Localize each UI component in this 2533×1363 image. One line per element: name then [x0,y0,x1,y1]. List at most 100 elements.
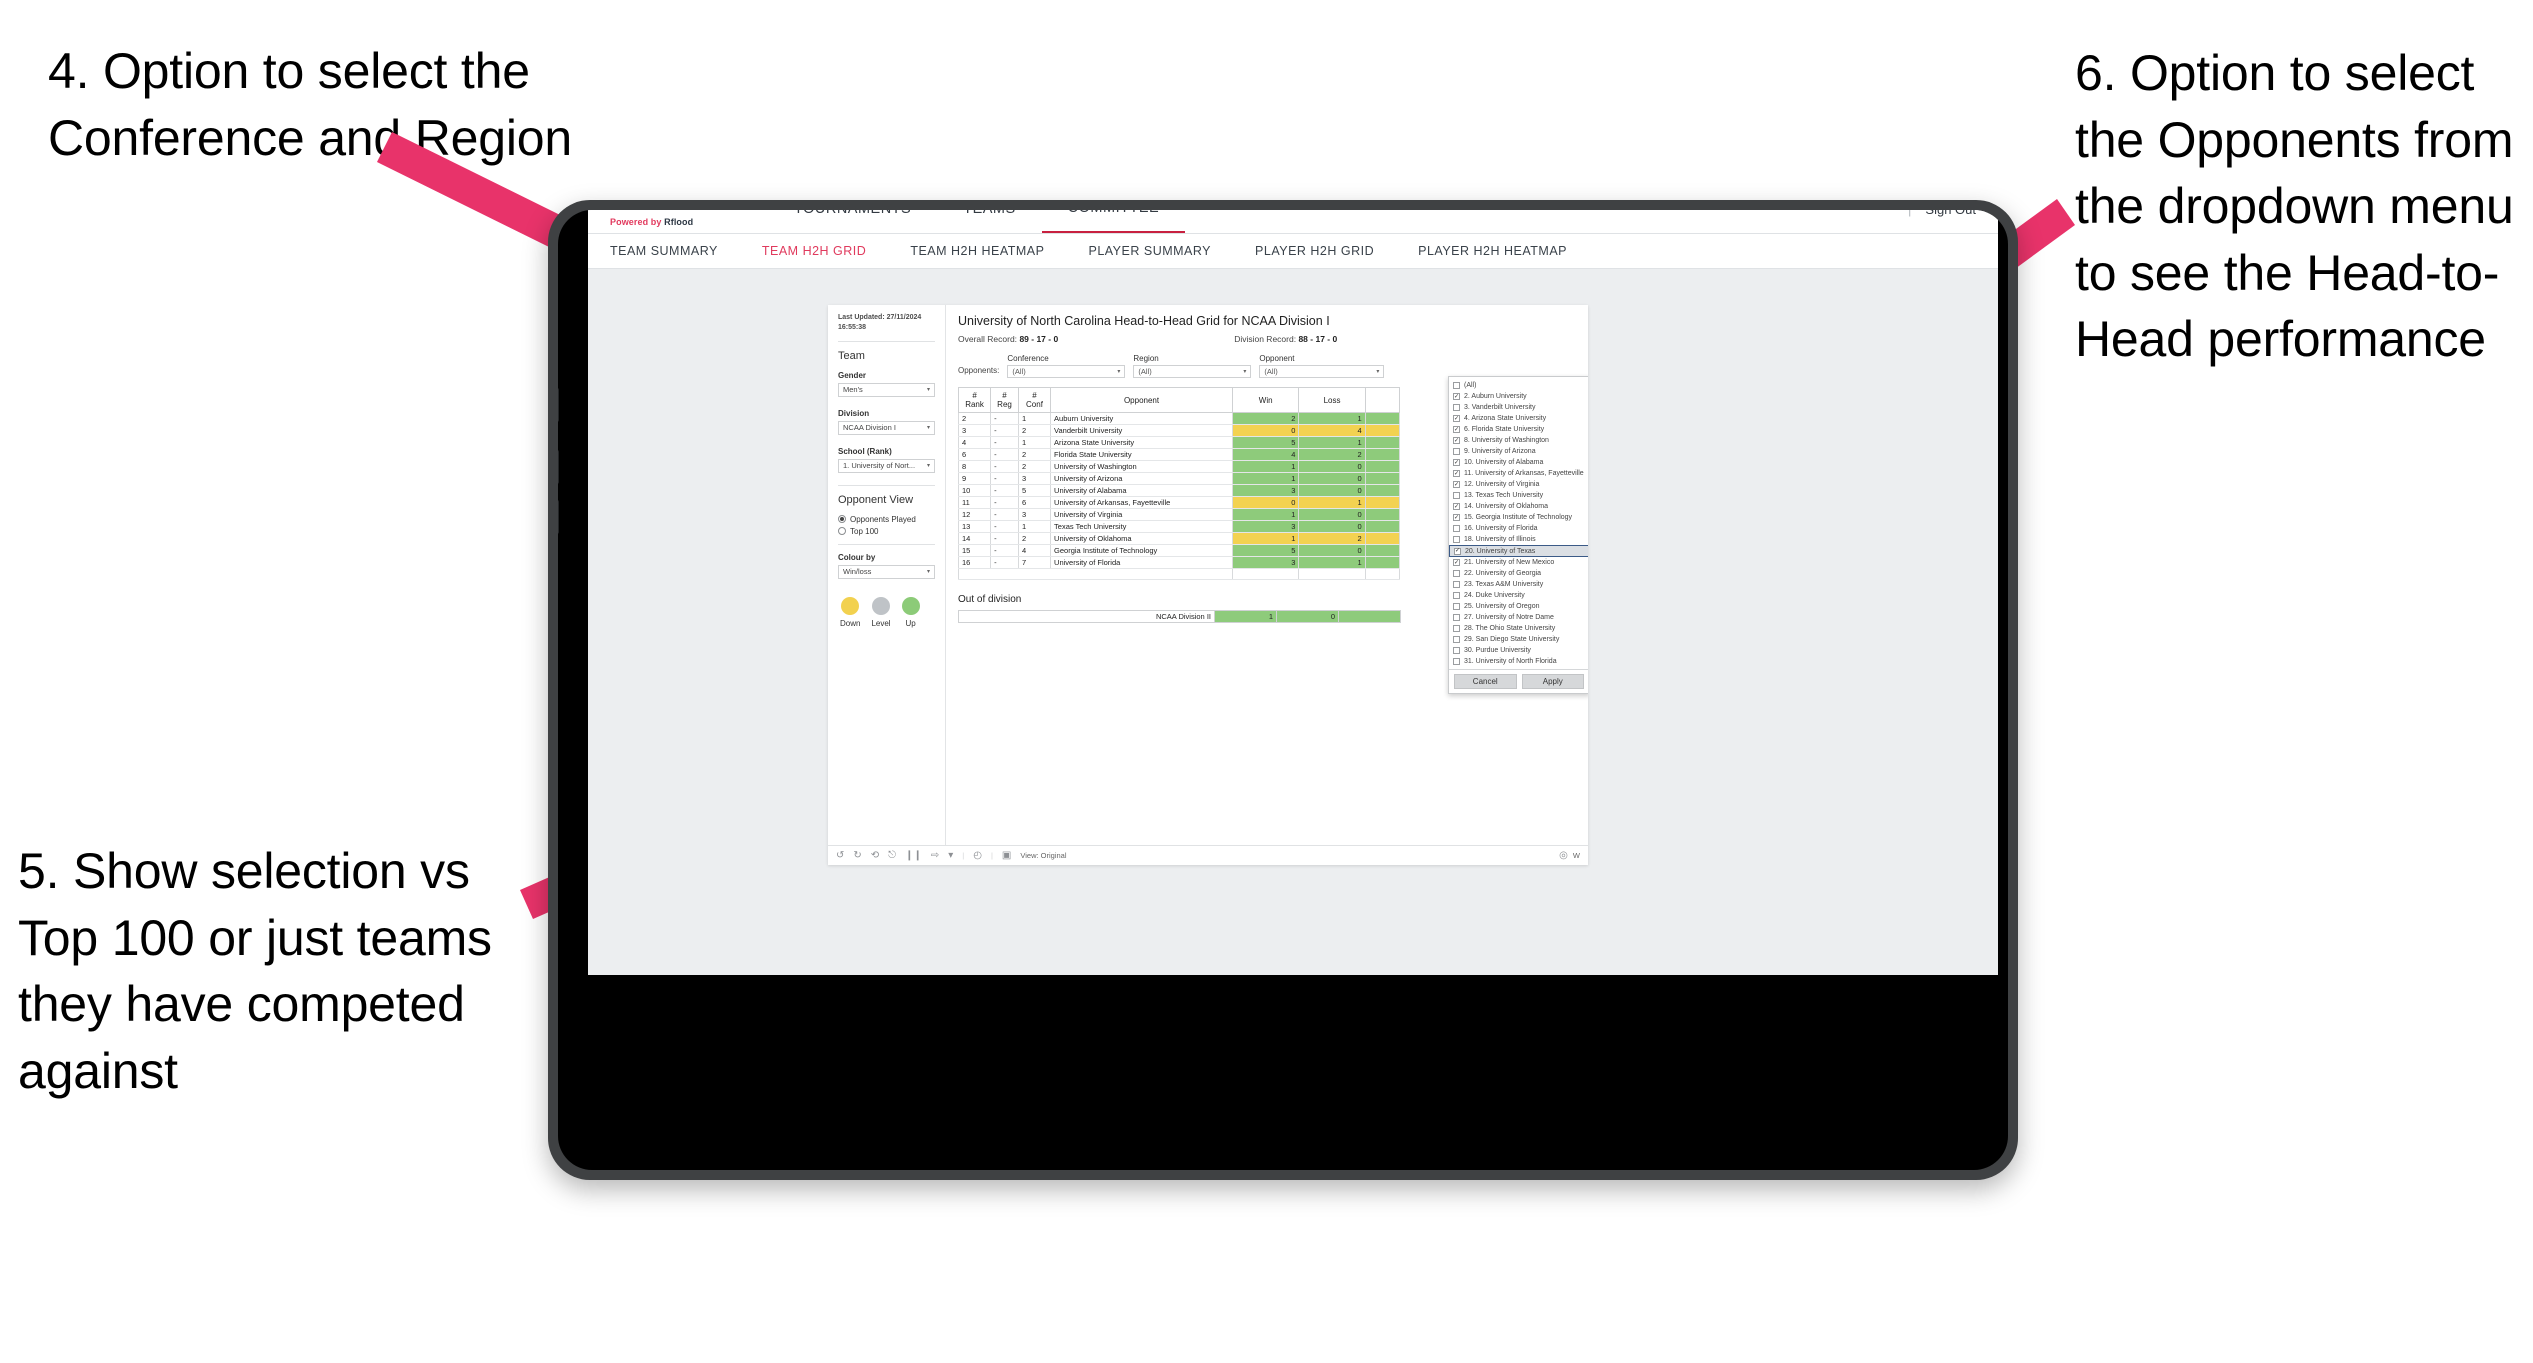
opponent-dropdown-item[interactable]: 25. University of Oregon [1449,601,1588,612]
table-row[interactable]: 10-5 University of Alabama 3 0 [957,484,1401,498]
view-icon[interactable]: ▣ [1002,850,1011,861]
revert-icon[interactable]: ⟲ [871,850,879,861]
checkbox-icon[interactable] [1453,492,1460,499]
cancel-button[interactable]: Cancel [1454,674,1517,689]
brand-logo[interactable]: SCOREBOARD Powered by Rflood [610,210,775,227]
checkbox-icon[interactable] [1453,603,1460,610]
opponent-dropdown-item[interactable]: 18. University of Illinois [1449,534,1588,545]
eye-icon[interactable]: ◎ [1559,850,1568,861]
checkbox-icon[interactable] [1453,581,1460,588]
opponent-dropdown-item[interactable]: ✓ 14. University of Oklahoma [1449,501,1588,512]
checkbox-icon[interactable] [1453,448,1460,455]
opponent-dropdown-item[interactable]: 24. Duke University [1449,590,1588,601]
subnav-item-team-h2h-grid[interactable]: TEAM H2H GRID [740,244,888,258]
checkbox-icon[interactable] [1453,658,1460,665]
opponent-dropdown-list[interactable]: (All) ✓ 2. Auburn University 3. Vanderbilt … [1449,377,1588,669]
school-select[interactable]: 1. University of Nort... ▾ [838,458,935,473]
checkbox-icon[interactable] [1453,525,1460,532]
division-select[interactable]: NCAA Division I ▾ [838,420,935,435]
refresh-icon[interactable]: ⎋ [888,850,896,861]
subnav-item-player-summary[interactable]: PLAYER SUMMARY [1066,244,1233,258]
opponent-dropdown-item[interactable]: ✓ 11. University of Arkansas, Fayettevill… [1449,468,1588,479]
checkbox-icon[interactable]: ✓ [1453,415,1460,422]
undo-icon[interactable]: ↺ [836,850,844,861]
opponent-dropdown-item[interactable]: 13. Texas Tech University [1449,490,1588,501]
redo-icon[interactable]: ↻ [853,850,861,861]
table-row[interactable]: 3-2 Vanderbilt University 0 4 [957,424,1401,438]
share-icon[interactable]: ⇨ [931,850,939,861]
table-row[interactable]: 12-3 University of Virginia 1 0 [957,508,1401,522]
checkbox-icon[interactable] [1453,636,1460,643]
checkbox-icon[interactable]: ✓ [1453,481,1460,488]
opponent-dropdown-item[interactable]: ✓ 15. Georgia Institute of Technology [1449,512,1588,523]
radio-top-100[interactable]: Top 100 [838,527,935,536]
opponent-dropdown-item[interactable]: 30. Purdue University [1449,645,1588,656]
radio-opponents-played[interactable]: Opponents Played [838,515,935,524]
opponent-dropdown-item[interactable]: 31. University of North Florida [1449,656,1588,667]
checkbox-icon[interactable]: ✓ [1453,559,1460,566]
table-row[interactable]: 16-7 University of Florida 3 1 [957,556,1401,570]
opponent-dropdown-item[interactable]: 23. Texas A&M University [1449,579,1588,590]
table-row[interactable]: 15-4 Georgia Institute of Technology 5 0 [957,544,1401,558]
opponent-dropdown-item[interactable]: 16. University of Florida [1449,523,1588,534]
opponent-dropdown-item[interactable]: (All) [1449,380,1588,391]
opponent-dropdown-item[interactable]: 27. University of Notre Dame [1449,612,1588,623]
opponent-dropdown-item[interactable]: ✓ 6. Florida State University [1449,424,1588,435]
checkbox-icon[interactable]: ✓ [1453,437,1460,444]
subnav-item-player-h2h-heatmap[interactable]: PLAYER H2H HEATMAP [1396,244,1589,258]
opponent-dropdown-item[interactable]: ✓ 8. University of Washington [1449,435,1588,446]
table-row[interactable]: 8-2 University of Washington 1 0 [957,460,1401,474]
region-filter-select[interactable]: (All) ▾ [1133,365,1252,378]
out-of-division-row[interactable]: NCAA Division II 1 0 [958,610,1401,624]
table-row[interactable]: 14-2 University of Oklahoma 1 2 [957,532,1401,546]
table-row[interactable]: 4-1 Arizona State University 5 1 [957,436,1401,450]
subnav-item-team-summary[interactable]: TEAM SUMMARY [610,244,740,258]
table-row[interactable]: 2-1 Auburn University 2 1 [957,412,1401,426]
nav-item-tournaments[interactable]: TOURNAMENTS [768,210,937,233]
opponent-dropdown-item[interactable]: 29. San Diego State University [1449,634,1588,645]
table-row[interactable]: 9-3 University of Arizona 1 0 [957,472,1401,486]
pause-icon[interactable]: ❙❙ [905,850,922,861]
colour-by-select[interactable]: Win/loss ▾ [838,564,935,579]
opponent-dropdown-item[interactable]: 28. The Ohio State University [1449,623,1588,634]
checkbox-icon[interactable]: ✓ [1453,503,1460,510]
table-row[interactable]: 6-2 Florida State University 4 2 [957,448,1401,462]
checkbox-icon[interactable] [1453,404,1460,411]
checkbox-icon[interactable] [1453,647,1460,654]
checkbox-icon[interactable] [1453,382,1460,389]
subnav-item-team-h2h-heatmap[interactable]: TEAM H2H HEATMAP [888,244,1066,258]
checkbox-icon[interactable] [1453,570,1460,577]
nav-item-teams[interactable]: TEAMS [937,210,1041,233]
opponent-dropdown-item[interactable]: ✓ 21. University of New Mexico [1449,557,1588,568]
checkbox-icon[interactable]: ✓ [1454,547,1461,555]
opponent-dropdown-item[interactable]: ✓ 20. University of Texas [1449,545,1588,557]
subnav-item-player-h2h-grid[interactable]: PLAYER H2H GRID [1233,244,1396,258]
apply-button[interactable]: Apply [1521,674,1584,689]
checkbox-icon[interactable]: ✓ [1453,426,1460,433]
gender-select[interactable]: Men's ▾ [838,382,935,397]
checkbox-icon[interactable]: ✓ [1453,459,1460,466]
nav-item-committee[interactable]: COMMITTEE [1041,210,1186,233]
checkbox-icon[interactable] [1453,536,1460,543]
checkbox-icon[interactable] [1453,614,1460,621]
sign-out-link[interactable]: Sign Out [1925,210,1976,217]
checkbox-icon[interactable] [1453,592,1460,599]
opponent-dropdown-item[interactable]: 9. University of Arizona [1449,446,1588,457]
checkbox-icon[interactable]: ✓ [1453,514,1460,521]
opponent-filter-select[interactable]: (All) ▾ [1259,365,1385,378]
checkbox-icon[interactable]: ✓ [1453,470,1460,477]
chevron-down-icon[interactable]: ▾ [948,850,953,861]
opponent-dropdown-panel[interactable]: (All) ✓ 2. Auburn University 3. Vanderbilt … [1448,376,1588,694]
history-icon[interactable]: ◴ [973,850,982,861]
opponent-dropdown-item[interactable]: ✓ 10. University of Alabama [1449,457,1588,468]
opponent-dropdown-item[interactable]: ✓ 4. Arizona State University [1449,413,1588,424]
opponent-dropdown-item[interactable]: ✓ 12. University of Virginia [1449,479,1588,490]
view-label[interactable]: View: Original [1020,851,1066,860]
opponent-dropdown-item[interactable]: ✓ 2. Auburn University [1449,391,1588,402]
opponent-dropdown-item[interactable]: 22. University of Georgia [1449,568,1588,579]
opponent-dropdown-item[interactable]: 3. Vanderbilt University [1449,402,1588,413]
table-row[interactable]: 13-1 Texas Tech University 3 0 [957,520,1401,534]
checkbox-icon[interactable]: ✓ [1453,393,1460,400]
checkbox-icon[interactable] [1453,625,1460,632]
table-row[interactable]: 11-6 University of Arkansas, Fayetteville… [957,496,1401,510]
